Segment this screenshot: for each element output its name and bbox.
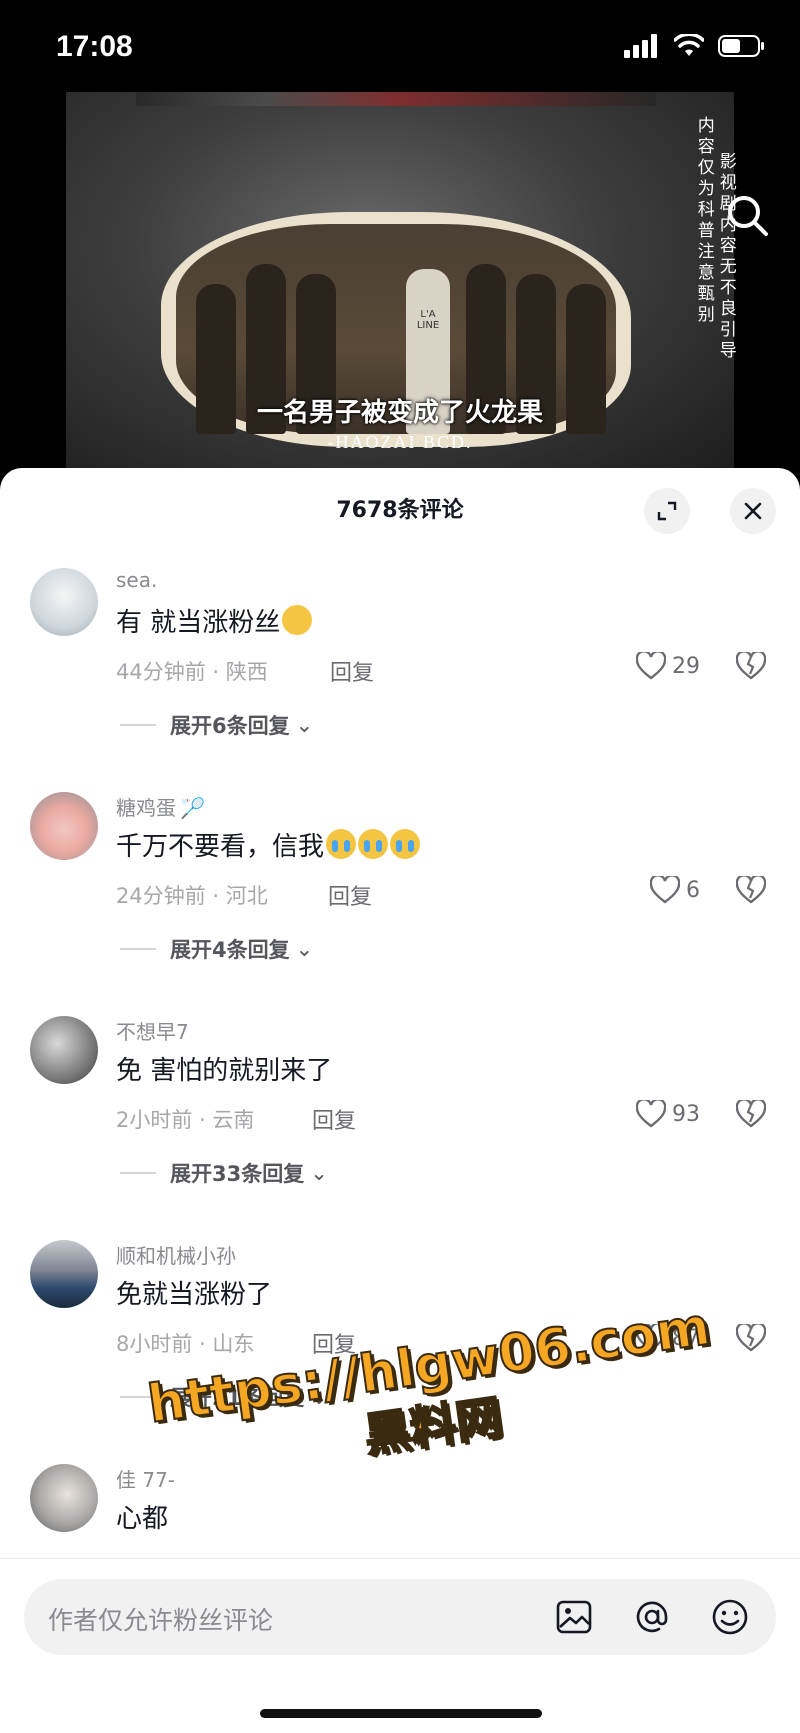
emoji-icon (712, 1599, 748, 1635)
comment-input[interactable]: 作者仅允许粉丝评论 (24, 1579, 776, 1655)
heart-icon (650, 876, 680, 904)
comment-input-bar: 作者仅允许粉丝评论 (0, 1558, 800, 1733)
signal-icon (624, 34, 657, 58)
crying-emoji-icon (390, 829, 421, 859)
dislike-button[interactable] (735, 1322, 767, 1356)
avatar[interactable] (30, 568, 98, 636)
comment-meta: 8小时前 · 山东 (116, 1332, 255, 1356)
close-icon (744, 502, 762, 520)
comment-item: 顺和机械小孙 免就当涨粉了 8小时前 · 山东 回复 87 展开21条回复 ⌄ (0, 1240, 800, 1430)
comment-item: sea. 有 就当涨粉丝 44分钟前 · 陕西 回复 29 展开6条回复 ⌄ (0, 568, 800, 758)
chevron-down-icon: ⌄ (310, 1385, 328, 1409)
like-count: 29 (672, 653, 700, 679)
like-count: 93 (672, 1101, 700, 1127)
comment-item: 佳 77- 心都 (0, 1464, 800, 1564)
comment-text: 免就当涨粉了 (116, 1280, 273, 1310)
comment-username[interactable]: 不想早7 (116, 1016, 189, 1045)
image-button[interactable] (554, 1597, 594, 1637)
avatar[interactable] (30, 1240, 98, 1308)
comment-text: 有 就当涨粉丝 (116, 602, 313, 639)
comment-sheet-header: 7678条评论 (0, 468, 800, 548)
like-button[interactable]: 87 (636, 1324, 700, 1352)
video-title-remnant (136, 92, 656, 106)
broken-heart-icon (735, 650, 767, 680)
comment-username[interactable]: 佳 77- (116, 1464, 175, 1493)
video-side-text-left: 内容仅为科普注意甄别 (693, 116, 714, 326)
broken-heart-icon (735, 874, 767, 904)
close-button[interactable] (730, 488, 776, 534)
heart-icon (636, 1100, 666, 1128)
video-frame: L'A LINE 一名男子被变成了火龙果 -HAOZAI BCD. 内容仅为科普… (66, 92, 736, 472)
expand-replies[interactable]: 展开4条回复 ⌄ (120, 934, 313, 964)
search-button[interactable] (724, 192, 772, 240)
comment-username[interactable]: sea. (116, 568, 157, 592)
reply-button[interactable]: 回复 (312, 1103, 356, 1135)
at-icon (636, 1601, 668, 1633)
search-icon (728, 196, 768, 236)
broken-heart-icon (735, 1098, 767, 1128)
hugging-emoji-icon (282, 605, 313, 635)
heart-icon (636, 652, 666, 680)
dislike-button[interactable] (735, 874, 767, 908)
comment-item: 不想早7 免 害怕的就别来了 2小时前 · 云南 回复 93 展开33条回复 ⌄ (0, 1016, 800, 1206)
crying-emoji-icon (358, 829, 389, 859)
status-bar: 17:08 (0, 0, 800, 92)
emoji-button[interactable] (710, 1597, 750, 1637)
video-subtitle: 一名男子被变成了火龙果 (256, 398, 543, 428)
comment-sheet: 7678条评论 sea. 有 就当涨粉丝 44分钟前 · 陕西 回复 29 展开… (0, 468, 800, 1732)
comment-meta: 44分钟前 · 陕西 (116, 660, 268, 684)
comment-item: 糖鸡蛋 🏸 千万不要看，信我 24分钟前 · 河北 回复 6 展开4条回复 ⌄ (0, 792, 800, 982)
broken-heart-icon (735, 1322, 767, 1352)
like-count: 87 (672, 1325, 700, 1351)
badminton-icon: 🏸 (180, 796, 205, 820)
status-icons (624, 34, 766, 58)
heart-icon (636, 1324, 666, 1352)
comment-text: 免 害怕的就别来了 (116, 1056, 333, 1086)
expand-replies[interactable]: 展开6条回复 ⌄ (120, 710, 313, 740)
like-button[interactable]: 93 (636, 1100, 700, 1128)
status-time: 17:08 (56, 30, 133, 63)
chevron-down-icon: ⌄ (295, 937, 314, 961)
expand-replies[interactable]: 展开21条回复 ⌄ (120, 1382, 328, 1412)
comment-username[interactable]: 顺和机械小孙 (116, 1240, 236, 1269)
avatar[interactable] (30, 1016, 98, 1084)
expand-replies[interactable]: 展开33条回复 ⌄ (120, 1158, 328, 1188)
dislike-button[interactable] (735, 1098, 767, 1132)
crying-emoji-icon (326, 829, 357, 859)
video-player[interactable]: L'A LINE 一名男子被变成了火龙果 -HAOZAI BCD. 内容仅为科普… (0, 92, 800, 472)
avatar[interactable] (30, 792, 98, 860)
comment-text: 千万不要看，信我 (116, 826, 421, 863)
battery-icon (718, 35, 764, 57)
wifi-icon (674, 34, 704, 56)
reply-button[interactable]: 回复 (312, 1327, 356, 1359)
like-button[interactable]: 29 (636, 652, 700, 680)
expand-button[interactable] (644, 488, 690, 534)
avatar[interactable] (30, 1464, 98, 1532)
image-icon (556, 1600, 592, 1634)
comment-meta: 2小时前 · 云南 (116, 1108, 255, 1132)
like-count: 6 (686, 877, 700, 903)
reply-button[interactable]: 回复 (330, 655, 374, 687)
reply-button[interactable]: 回复 (328, 879, 372, 911)
home-indicator[interactable] (260, 1709, 542, 1718)
chevron-down-icon: ⌄ (310, 1161, 328, 1185)
dislike-button[interactable] (735, 650, 767, 684)
video-signature: -HAOZAI BCD. (327, 432, 473, 452)
expand-icon (657, 501, 677, 521)
like-button[interactable]: 6 (650, 876, 700, 904)
comment-input-placeholder: 作者仅允许粉丝评论 (48, 1606, 274, 1635)
chevron-down-icon: ⌄ (295, 713, 314, 737)
shirt-text: L'A LINE (416, 309, 440, 331)
mention-button[interactable] (632, 1597, 672, 1637)
comment-username[interactable]: 糖鸡蛋 🏸 (116, 792, 205, 821)
video-side-text-right: 影视剧内容无不良引导 (715, 152, 736, 362)
comment-text: 心都 (116, 1504, 169, 1534)
comment-meta: 24分钟前 · 河北 (116, 884, 268, 908)
